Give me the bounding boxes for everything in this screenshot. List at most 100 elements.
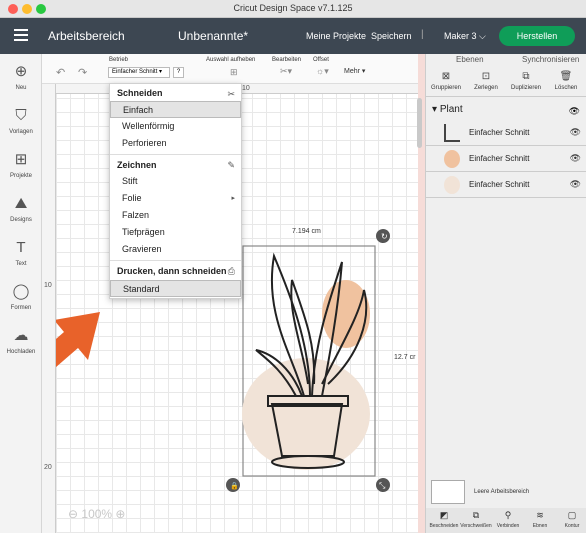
help-button[interactable]: ? [173, 67, 184, 78]
menu-item-perforate[interactable]: Perforieren [110, 135, 241, 152]
layers-panel: Ebenen Synchronisieren ⊠ Gruppieren ⊡ Zerl… [425, 54, 586, 533]
layer-row[interactable]: Einfacher Schnitt 👁 [426, 172, 586, 198]
width-dimension: 7.194 cm [292, 228, 321, 235]
menu-item-engrave[interactable]: Gravieren [110, 241, 241, 258]
sidebar-item-shapes[interactable]: ◯ Formen [0, 282, 42, 311]
attach-button[interactable]: ⚲ Verbinden [490, 510, 526, 529]
menu-header-draw: Zeichnen [117, 160, 157, 170]
svg-text:🔒: 🔒 [230, 482, 239, 490]
layer-thumbnail [444, 176, 460, 194]
tool-label: Löschen [554, 85, 578, 91]
app-header: Arbeitsbereich Unbenannte* Meine Projekt… [0, 18, 586, 54]
project-title[interactable]: Unbenannte* [178, 29, 248, 43]
weld-icon: ⧉ [472, 510, 480, 520]
ungroup-button[interactable]: ⊡ Zerlegen [466, 69, 506, 91]
menu-divider [110, 260, 241, 261]
sidebar-item-projects[interactable]: ⊞ Projekte [0, 150, 42, 179]
tool-label: Gruppieren [430, 85, 462, 91]
undo-icon[interactable]: ↶ [56, 66, 65, 79]
deselect-icon[interactable]: ⊞ [230, 67, 238, 78]
sidebar-item-templates[interactable]: ⛉ Vorlagen [0, 106, 42, 135]
svg-text:↻: ↻ [381, 232, 388, 241]
offset-label: Offset [313, 57, 329, 63]
sidebar-item-label: Formen [10, 305, 32, 311]
save-link[interactable]: Speichern [371, 31, 412, 41]
slice-button[interactable]: ◩ Beschneiden [426, 510, 462, 529]
delete-button[interactable]: 🗑 Löschen [546, 69, 586, 91]
tool-label: Verschweißen [460, 523, 492, 529]
eye-icon[interactable]: 👁 [569, 106, 580, 117]
machine-selector[interactable]: Maker 3 ⌵ [444, 31, 486, 42]
layer-row[interactable]: Einfacher Schnitt 👁 [426, 146, 586, 172]
weld-button[interactable]: ⧉ Verschweißen [458, 510, 494, 529]
chevron-down-icon: ▾ [432, 104, 438, 115]
blank-canvas-label: Leere Arbeitsbereich [474, 489, 530, 495]
redo-icon[interactable]: ↷ [78, 66, 87, 79]
canvas-scrollbar[interactable] [417, 98, 422, 148]
sidebar-item-label: Designs [10, 217, 32, 223]
svg-text:⤡: ⤡ [379, 481, 386, 490]
menu-item-pen[interactable]: Stift [110, 173, 241, 190]
menu-header-cut: Schneiden [117, 88, 163, 98]
contour-button[interactable]: ▢ Kontur [554, 510, 586, 529]
eye-icon[interactable]: 👁 [570, 153, 581, 164]
flatten-button[interactable]: ≋ Ebnen [522, 510, 558, 529]
blank-canvas-swatch[interactable] [431, 480, 465, 504]
chevron-down-icon: ⌵ [479, 31, 486, 41]
menu-item-deboss[interactable]: Tiefprägen [110, 224, 241, 241]
eye-icon[interactable]: 👁 [570, 179, 581, 190]
menu-item-score[interactable]: Falzen [110, 207, 241, 224]
window-titlebar: Cricut Design Space v7.1.125 [0, 0, 586, 18]
sidebar-item-label: Projekte [9, 173, 32, 179]
tool-label: Verbinden [496, 523, 520, 529]
trash-icon: 🗑 [559, 71, 573, 82]
offset-icon[interactable]: ☼▾ [316, 66, 329, 77]
sidebar-item-designs[interactable]: ⛰ Designs [0, 194, 42, 223]
menu-header-print-then-cut: Drucken, dann schneiden [117, 266, 227, 276]
sidebar-item-text[interactable]: T Text [0, 238, 42, 267]
operation-select[interactable]: Einfacher Schnitt ▾ [108, 67, 170, 78]
zoom-control[interactable]: ⊖ 100% ⊕ [68, 507, 125, 521]
chevron-right-icon: ▸ [231, 195, 235, 202]
tool-label: Ebnen [532, 523, 548, 529]
sidebar-item-upload[interactable]: ☁ Hochladen [0, 326, 42, 355]
my-projects-link[interactable]: Meine Projekte [306, 31, 366, 41]
layer-row[interactable]: Einfacher Schnitt 👁 [426, 120, 586, 146]
menu-item-basic-cut[interactable]: Einfach [110, 101, 241, 118]
menu-item-standard[interactable]: Standard [110, 280, 241, 297]
eye-icon[interactable]: 👁 [570, 127, 581, 138]
menu-item-wavy[interactable]: Wellenförmig [110, 118, 241, 135]
bottom-layer-tools: ◩ Beschneiden ⧉ Verschweißen ⚲ Verbinden ≋ E… [426, 508, 586, 533]
sidebar-item-label: Text [15, 261, 27, 267]
menu-item-foil[interactable]: Folie [110, 190, 241, 207]
layer-thumbnail [444, 150, 460, 168]
duplicate-button[interactable]: ⧉ Duplizieren [506, 69, 546, 91]
operation-value: Einfacher Schnitt [112, 69, 158, 75]
operation-label: Betrieb [109, 57, 129, 63]
edit-toolbar: ↶ ↷ Betrieb Einfacher Schnitt ▾ ? Auswah… [42, 54, 418, 84]
image-icon: ⛰ [14, 195, 28, 212]
scissors-icon[interactable]: ✂▾ [280, 66, 292, 77]
sidebar-item-label: Neu [15, 85, 27, 91]
tool-label: Kontur [564, 523, 580, 529]
ruler-tick: 10 [242, 85, 250, 92]
tab-layers[interactable]: Ebenen [456, 55, 484, 64]
layer-tools: ⊠ Gruppieren ⊡ Zerlegen ⧉ Duplizieren 🗑 Lösc… [426, 67, 586, 97]
pen-icon: ✎ [227, 160, 235, 170]
hamburger-menu-icon[interactable] [14, 29, 28, 44]
layer-name: Einfacher Schnitt [469, 180, 530, 189]
scissors-icon: ✂ [227, 89, 235, 99]
projects-icon: ⊞ [14, 151, 28, 168]
make-button[interactable]: Herstellen [499, 26, 575, 46]
layer-group-plant[interactable]: ▾ Plant [432, 104, 463, 115]
operation-dropdown: Schneiden ✂ Einfach Wellenförmig Perfori… [109, 83, 242, 299]
ruler-tick: 10 [44, 282, 52, 289]
duplicate-icon: ⧉ [522, 71, 530, 82]
tab-sync[interactable]: Synchronisieren [522, 55, 579, 64]
ruler-tick: 20 [44, 464, 52, 471]
more-button[interactable]: Mehr ▾ [344, 67, 365, 75]
group-button[interactable]: ⊠ Gruppieren [426, 69, 466, 91]
shapes-icon: ◯ [12, 283, 30, 300]
text-icon: T [16, 239, 26, 256]
sidebar-item-new[interactable]: ⊕ Neu [0, 62, 42, 91]
